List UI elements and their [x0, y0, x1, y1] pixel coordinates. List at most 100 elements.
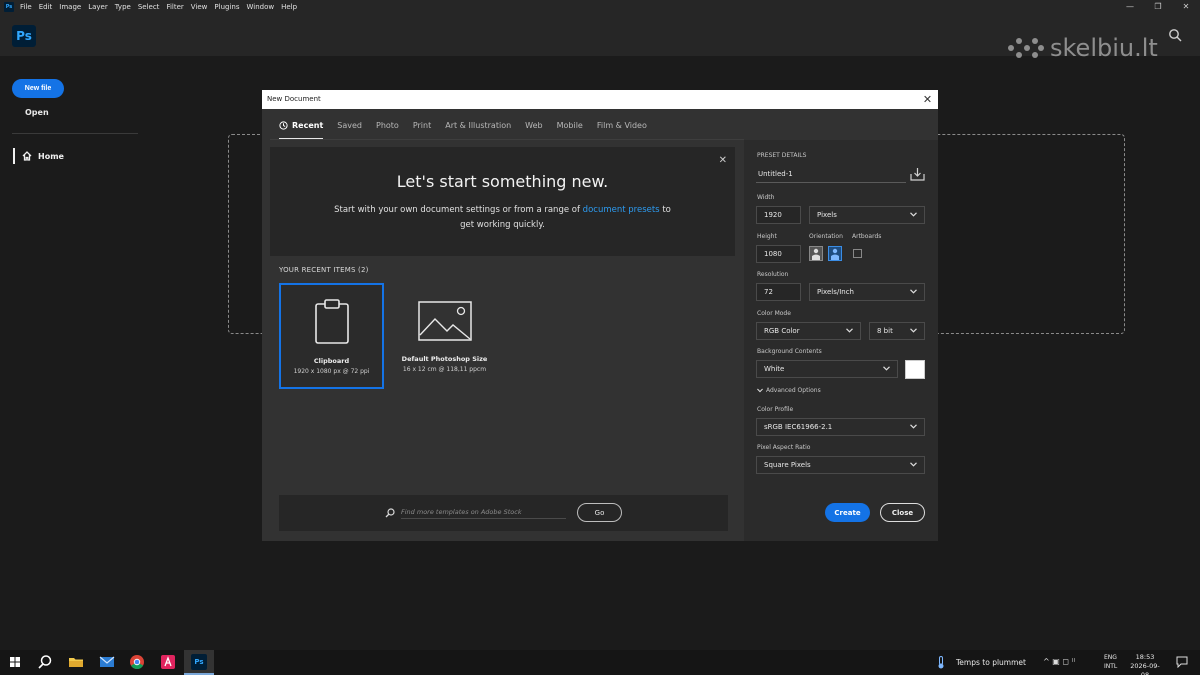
pixel-aspect-select[interactable]: Square Pixels [756, 456, 925, 474]
save-preset-icon[interactable] [910, 167, 925, 181]
menu-filter[interactable]: Filter [166, 3, 183, 11]
height-label: Height [757, 233, 777, 240]
menu-edit[interactable]: Edit [39, 3, 53, 11]
language-code: ENG [1104, 654, 1117, 661]
menu-help[interactable]: Help [281, 3, 297, 11]
search-icon[interactable] [1168, 28, 1182, 42]
create-button[interactable]: Create [825, 503, 870, 522]
preset-details-heading: PRESET DETAILS [757, 152, 807, 159]
tab-label: Recent [292, 120, 324, 130]
dialog-close-icon[interactable]: ✕ [921, 93, 934, 106]
clock-date: 2026-09-08 [1130, 662, 1160, 675]
open-button[interactable]: Open [25, 108, 49, 117]
stock-search-input[interactable]: Find more templates on Adobe Stock [401, 508, 566, 519]
stock-search-bar: Find more templates on Adobe Stock Go [279, 495, 728, 531]
keyboard-layout: INTL [1104, 663, 1118, 670]
language-indicator[interactable]: ENG INTL [1104, 653, 1117, 671]
windows-start-icon[interactable] [7, 654, 23, 670]
menu-window[interactable]: Window [246, 3, 274, 11]
landscape-orientation-button[interactable] [828, 246, 842, 261]
photoshop-logo-small: Ps [4, 2, 14, 12]
menu-plugins[interactable]: Plugins [214, 3, 239, 11]
mail-icon[interactable] [99, 654, 115, 670]
document-presets-link[interactable]: document presets [583, 205, 660, 215]
watermark-logo-icon [1008, 37, 1044, 59]
go-button[interactable]: Go [577, 503, 622, 522]
divider [12, 133, 138, 134]
background-contents-select[interactable]: White [756, 360, 898, 378]
advanced-options-label: Advanced Options [766, 387, 821, 394]
menu-file[interactable]: File [20, 3, 32, 11]
person-icon [812, 248, 820, 260]
taskbar: Ps Temps to plummet ^ ▣ ◻ ⁾⁾ ENG INTL 18… [0, 650, 1200, 675]
sidebar-item-home[interactable]: Home [13, 148, 64, 164]
portrait-orientation-button[interactable] [809, 246, 823, 261]
color-mode-label: Color Mode [757, 310, 791, 317]
weather-widget[interactable]: Temps to plummet [937, 656, 1026, 669]
height-input[interactable]: 1080 [756, 245, 801, 263]
resolution-unit-select[interactable]: Pixels/Inch [809, 283, 925, 301]
tab-print[interactable]: Print [413, 116, 431, 134]
system-tray-icons[interactable]: ^ ▣ ◻ ⁾⁾ [1043, 657, 1075, 666]
banner-subtitle: Start with your own document settings or… [330, 203, 675, 233]
clock-icon [279, 120, 288, 130]
background-contents-label: Background Contents [757, 348, 822, 355]
watermark-text: skelbiu.lt [1050, 34, 1158, 62]
banner-close-icon[interactable]: ✕ [719, 155, 727, 166]
photoshop-taskbar-icon[interactable]: Ps [191, 654, 207, 670]
bit-depth-select[interactable]: 8 bit [869, 322, 925, 340]
width-unit-select[interactable]: Pixels [809, 206, 925, 224]
minimize-button[interactable]: — [1116, 0, 1144, 14]
menu-view[interactable]: View [191, 3, 208, 11]
artboards-checkbox[interactable] [853, 249, 862, 258]
orientation-label: Orientation [809, 233, 843, 240]
notification-icon[interactable] [1176, 656, 1188, 668]
select-value: sRGB IEC61966-2.1 [764, 423, 833, 431]
tab-recent[interactable]: Recent [279, 116, 324, 140]
menu-image[interactable]: Image [59, 3, 81, 11]
select-value: Pixels [817, 211, 837, 219]
color-profile-select[interactable]: sRGB IEC61966-2.1 [756, 418, 925, 436]
tab-film-video[interactable]: Film & Video [597, 116, 647, 134]
resolution-label: Resolution [757, 271, 789, 278]
new-file-button[interactable]: New file [12, 79, 64, 98]
chevron-down-icon [883, 366, 890, 371]
chrome-icon[interactable] [129, 654, 145, 670]
acrobat-icon[interactable] [160, 654, 176, 670]
artboards-label: Artboards [852, 233, 882, 240]
close-button[interactable]: Close [880, 503, 925, 522]
tab-mobile[interactable]: Mobile [557, 116, 583, 134]
document-name-field[interactable]: Untitled-1 [756, 167, 906, 183]
divider [270, 139, 744, 140]
color-mode-select[interactable]: RGB Color [756, 322, 861, 340]
chevron-down-icon [846, 328, 853, 333]
select-value: RGB Color [764, 327, 800, 335]
menu-type[interactable]: Type [115, 3, 131, 11]
tab-art-illustration[interactable]: Art & Illustration [445, 116, 511, 134]
menu-select[interactable]: Select [138, 3, 160, 11]
menu-layer[interactable]: Layer [88, 3, 108, 11]
chevron-down-icon [910, 212, 917, 217]
tab-saved[interactable]: Saved [337, 116, 362, 134]
clock[interactable]: 18:53 2026-09-08 [1127, 653, 1163, 675]
file-explorer-icon[interactable] [68, 654, 84, 670]
advanced-options-toggle[interactable]: Advanced Options [757, 387, 821, 394]
tab-photo[interactable]: Photo [376, 116, 399, 134]
width-input[interactable]: 1920 [756, 206, 801, 224]
recent-item-clipboard[interactable]: Clipboard 1920 x 1080 px @ 72 ppi [279, 283, 384, 389]
home-icon [22, 151, 32, 161]
close-window-button[interactable]: ✕ [1172, 0, 1200, 14]
maximize-button[interactable]: ❐ [1144, 0, 1172, 14]
photoshop-logo[interactable]: Ps [12, 25, 36, 47]
recent-item-default-size[interactable]: Default Photoshop Size 16 x 12 cm @ 118,… [392, 283, 497, 389]
select-value: White [764, 365, 785, 373]
background-color-swatch[interactable] [905, 360, 925, 379]
resolution-input[interactable]: 72 [756, 283, 801, 301]
select-value: Square Pixels [764, 461, 811, 469]
tab-web[interactable]: Web [525, 116, 542, 134]
active-indicator [13, 148, 15, 164]
banner-text: Start with your own document settings or… [334, 205, 583, 215]
chevron-down-icon [910, 289, 917, 294]
search-icon[interactable] [37, 654, 53, 670]
banner-title: Let's start something new. [396, 172, 609, 191]
